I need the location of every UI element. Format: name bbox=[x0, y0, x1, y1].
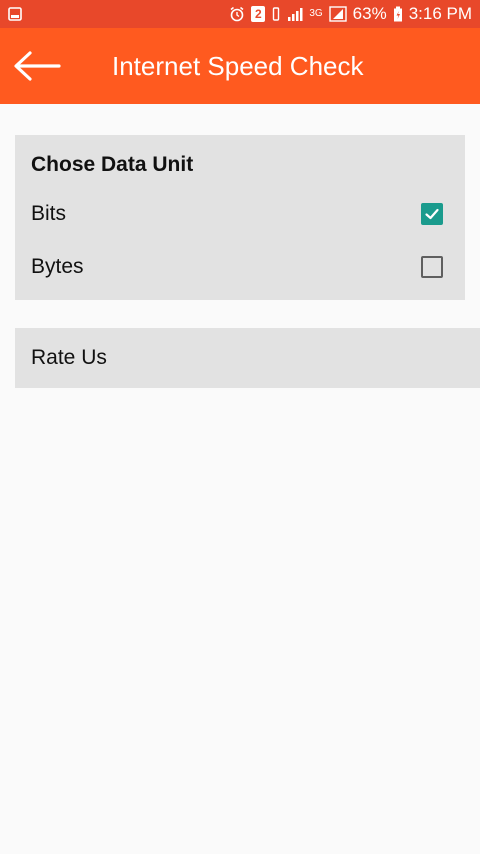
option-bits[interactable]: Bits bbox=[15, 191, 465, 237]
signal-2-icon bbox=[328, 6, 347, 22]
data-unit-card: Chose Data Unit Bits Bytes bbox=[15, 135, 465, 300]
status-bar: 2 3G 63% 3:16 PM bbox=[0, 0, 480, 28]
back-button[interactable] bbox=[0, 28, 74, 104]
screenshot-notification-icon bbox=[8, 7, 22, 21]
rate-us-label: Rate Us bbox=[31, 346, 107, 369]
status-left bbox=[8, 7, 22, 21]
alarm-icon bbox=[229, 6, 245, 22]
battery-icon bbox=[393, 6, 403, 22]
status-time: 3:16 PM bbox=[408, 4, 472, 23]
option-bits-label: Bits bbox=[31, 202, 67, 225]
status-right: 2 3G 63% 3:16 PM bbox=[229, 4, 472, 24]
bytes-checkbox[interactable] bbox=[421, 256, 443, 278]
network-3g-icon: 3G bbox=[309, 8, 322, 19]
sim-badge-icon: 2 bbox=[251, 6, 266, 22]
data-unit-title: Chose Data Unit bbox=[31, 153, 194, 176]
checkmark-icon bbox=[425, 208, 439, 220]
option-bytes[interactable]: Bytes bbox=[15, 244, 465, 290]
page-title: Internet Speed Check bbox=[112, 50, 364, 81]
arrow-left-icon bbox=[14, 51, 61, 81]
option-bytes-label: Bytes bbox=[31, 255, 84, 278]
battery-percent: 63% bbox=[352, 4, 387, 23]
bits-checkbox[interactable] bbox=[421, 203, 443, 225]
sim-badge-label: 2 bbox=[254, 7, 262, 21]
vibrate-icon bbox=[271, 6, 281, 22]
rate-us-button[interactable]: Rate Us bbox=[15, 328, 480, 388]
network-label: 3G bbox=[309, 8, 323, 19]
signal-icon bbox=[287, 6, 303, 22]
app-bar: Internet Speed Check bbox=[0, 28, 480, 104]
